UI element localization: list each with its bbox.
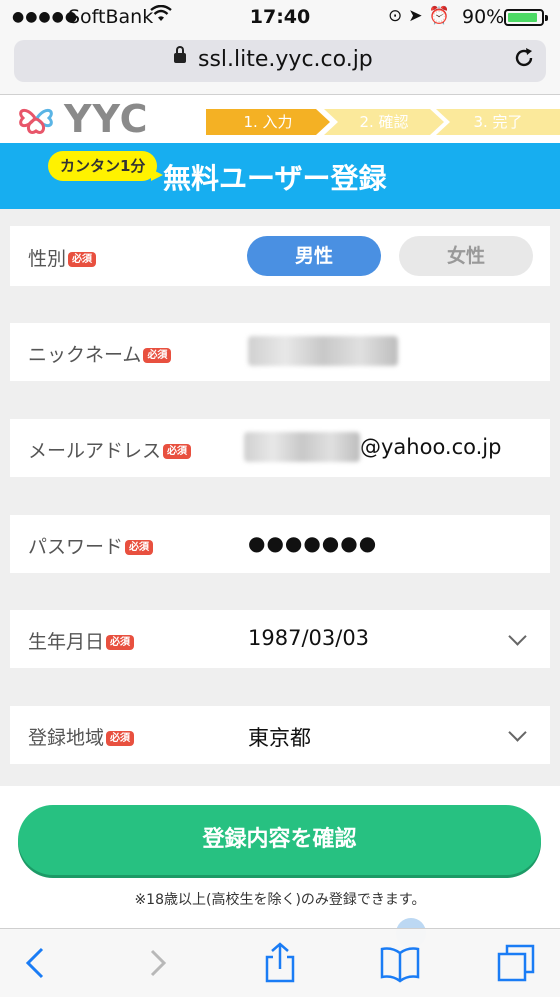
url-text[interactable]: ssl.lite.yyc.co.jp <box>198 47 373 72</box>
site-header: YYC 1. 入力 2. 確認 3. 完了 <box>0 95 560 143</box>
battery-icon <box>504 9 548 26</box>
password-row: パスワード 必須 ●●●●●●● <box>10 515 550 573</box>
step-input: 1. 入力 <box>206 109 330 135</box>
bookmarks-icon[interactable] <box>378 941 422 985</box>
nickname-input[interactable] <box>248 336 398 366</box>
address-bar[interactable]: ssl.lite.yyc.co.jp <box>14 40 546 82</box>
region-row: 登録地域 必須 東京都 <box>10 706 550 764</box>
required-badge: 必須 <box>106 635 135 650</box>
share-icon[interactable] <box>258 941 302 985</box>
gender-label: 性別 必須 <box>28 244 97 271</box>
registration-banner: カンタン1分 無料ユーザー登録 <box>0 143 560 209</box>
back-icon[interactable] <box>16 941 60 985</box>
browser-toolbar <box>0 928 560 997</box>
required-badge: 必須 <box>125 540 154 555</box>
nickname-row: ニックネーム 必須 <box>10 323 550 381</box>
password-input[interactable]: ●●●●●●● <box>248 531 377 555</box>
region-select[interactable]: 東京都 <box>248 722 311 752</box>
gender-row: 性別 必須 男性 女性 <box>10 226 550 286</box>
region-label: 登録地域 必須 <box>28 723 135 750</box>
location-icon: ➤ <box>408 6 429 26</box>
chevron-down-icon[interactable] <box>511 726 524 739</box>
page-title: 無料ユーザー登録 <box>163 162 387 195</box>
email-input[interactable]: @yahoo.co.jp <box>244 432 501 462</box>
clover-logo-icon <box>16 101 56 146</box>
lock-icon <box>174 46 186 63</box>
status-bar: ●●●●● SoftBank 17:40 ⊙➤⏰ 90% <box>0 0 560 34</box>
chevron-down-icon[interactable] <box>511 630 524 643</box>
password-label: パスワード 必須 <box>28 532 154 559</box>
email-row: メールアドレス 必須 @yahoo.co.jp <box>10 419 550 477</box>
age-notice: ※18歳以上(高校生を除く)のみ登録できます。 <box>134 892 426 908</box>
male-button[interactable]: 男性 <box>247 236 381 276</box>
alarm-icon: ⏰ <box>428 6 456 26</box>
rotation-lock-icon: ⊙ <box>388 6 409 26</box>
confirm-button[interactable]: 登録内容を確認 <box>18 805 541 875</box>
female-button[interactable]: 女性 <box>399 236 533 276</box>
required-badge: 必須 <box>68 252 97 267</box>
birthday-label: 生年月日 必須 <box>28 627 135 654</box>
step-complete: 3. 完了 <box>436 109 560 135</box>
battery-percent: 90% <box>462 6 505 28</box>
status-icons: ⊙➤⏰ <box>388 6 456 26</box>
email-label: メールアドレス 必須 <box>28 436 192 463</box>
forward-icon[interactable] <box>136 941 180 985</box>
required-badge: 必須 <box>143 348 172 363</box>
birthday-row: 生年月日 必須 1987/03/03 <box>10 610 550 668</box>
speech-bubble: カンタン1分 <box>48 151 164 181</box>
nickname-label: ニックネーム 必須 <box>28 340 172 367</box>
reload-icon[interactable] <box>512 46 536 76</box>
redacted-value <box>244 432 360 462</box>
required-badge: 必須 <box>163 444 192 459</box>
step-confirm: 2. 確認 <box>324 109 444 135</box>
redacted-value <box>248 336 398 366</box>
browser-chrome: ssl.lite.yyc.co.jp <box>0 34 560 95</box>
logo-text: YYC <box>64 97 149 141</box>
birthday-select[interactable]: 1987/03/03 <box>248 626 369 650</box>
tabs-icon[interactable] <box>494 941 538 985</box>
email-domain: @yahoo.co.jp <box>360 435 502 459</box>
required-badge: 必須 <box>106 731 135 746</box>
